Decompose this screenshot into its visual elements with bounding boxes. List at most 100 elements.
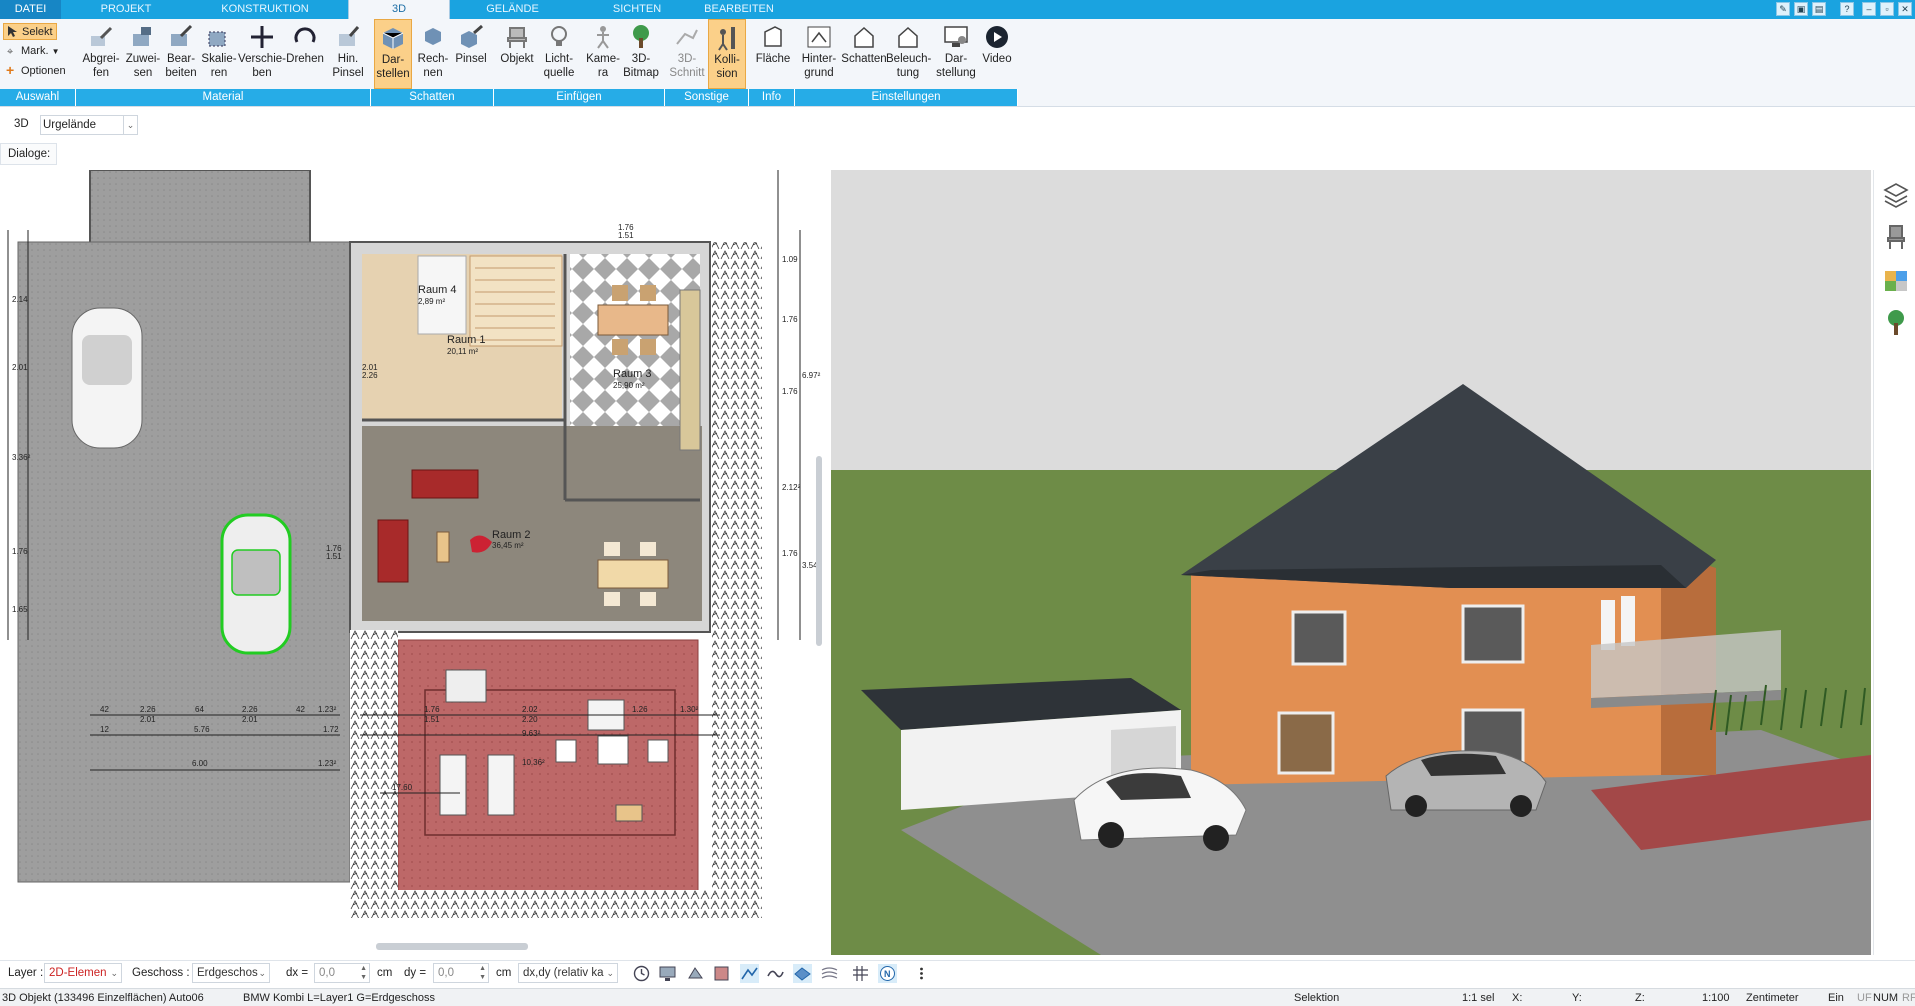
- dim-bottom-8: 1.23²: [318, 705, 337, 714]
- 3d-view[interactable]: [831, 170, 1871, 955]
- verschieben-button[interactable]: Verschie- ben: [238, 19, 286, 89]
- dx-input[interactable]: 0,0 ▲ ▼: [314, 963, 370, 983]
- tree-catalog-icon[interactable]: [1882, 308, 1910, 338]
- armchair[interactable]: [377, 519, 409, 583]
- tools-icon[interactable]: ✎: [1776, 2, 1790, 16]
- video-button[interactable]: Video: [978, 19, 1016, 89]
- optionen-button[interactable]: + Optionen: [3, 62, 66, 80]
- status-num: NUM: [1873, 992, 1899, 1004]
- tab-bearbeiten[interactable]: BEARBEITEN: [700, 0, 778, 19]
- chevron-down-icon: ⌄: [258, 968, 266, 978]
- beleuchtung-button[interactable]: Beleuch- tung: [886, 19, 932, 89]
- tab-datei[interactable]: DATEI: [0, 0, 61, 19]
- driveway[interactable]: [17, 241, 351, 883]
- help-icon[interactable]: ?: [1840, 2, 1854, 16]
- tab-3d[interactable]: 3D: [348, 0, 450, 19]
- car-selected-topview[interactable]: [220, 513, 292, 655]
- snap-icon[interactable]: [686, 964, 705, 983]
- grid-icon[interactable]: [851, 964, 870, 983]
- bitmap3d-button[interactable]: 3D- Bitmap: [622, 19, 660, 89]
- dim-terrace-5: 1.26: [632, 705, 648, 714]
- tab-projekt[interactable]: PROJEKT: [86, 0, 166, 19]
- flaeche-button[interactable]: Fläche: [752, 19, 794, 89]
- curve-icon[interactable]: [766, 964, 785, 983]
- side-table[interactable]: [436, 531, 450, 563]
- vertical-scrollbar[interactable]: [816, 456, 822, 646]
- menu-tab-bar: DATEI PROJEKT KONSTRUKTION 3D GELÄNDE SI…: [0, 0, 1915, 19]
- car-white-topview[interactable]: [71, 307, 143, 449]
- floor-plan-view[interactable]: Raum 4 2,89 m² Raum 1 20,11 m² Raum 3 25…: [0, 170, 830, 940]
- dy-unit: cm: [496, 967, 512, 979]
- door-label-2: 2.26: [362, 371, 378, 380]
- dx-unit: cm: [377, 967, 393, 979]
- kamera-button[interactable]: Kame- ra: [583, 19, 623, 89]
- skalieren-button[interactable]: Skalie- ren: [200, 19, 238, 89]
- dim-bottom-12: 6.00: [192, 759, 208, 768]
- object-snap-icon[interactable]: [712, 964, 731, 983]
- hedge-left: [350, 630, 398, 905]
- view-tag: 3D: [14, 118, 29, 130]
- kollision-button[interactable]: Kolli- sion: [708, 19, 746, 89]
- schatten-button[interactable]: Schatten: [840, 19, 888, 89]
- rechnen-button[interactable]: Rech- nen: [414, 19, 452, 89]
- beleuchtung-label: Beleuch- tung: [886, 53, 932, 79]
- maximize-icon[interactable]: ▫: [1880, 2, 1894, 16]
- drehen-button[interactable]: Drehen: [285, 19, 325, 89]
- kitchen-counter[interactable]: [679, 289, 701, 451]
- bearbeiten-button[interactable]: Bear- beiten: [161, 19, 201, 89]
- materials-icon[interactable]: [1882, 266, 1910, 296]
- pinsel-button[interactable]: Pinsel: [452, 19, 490, 89]
- status-ein: Ein: [1828, 992, 1844, 1004]
- dim-left-1: 2.14: [12, 295, 28, 304]
- layers-icon[interactable]: [1882, 180, 1910, 210]
- more-vertical-icon[interactable]: [912, 964, 931, 983]
- room-2-area: 36,45 m²: [492, 541, 524, 550]
- dx-label: dx =: [286, 967, 309, 979]
- darstellung-label: Dar- stellung: [936, 53, 976, 79]
- relative-mode-select[interactable]: dx,dy (relativ ka ⌄: [518, 963, 618, 983]
- staircase[interactable]: [469, 255, 563, 347]
- darstellen-button[interactable]: Dar- stellen: [374, 19, 412, 89]
- plane-icon[interactable]: [793, 964, 812, 983]
- hintergrund-button[interactable]: Hinter- grund: [798, 19, 840, 89]
- spinner-icon[interactable]: ▲ ▼: [479, 964, 486, 982]
- layer-select[interactable]: 2D-Elemen ⌄: [44, 963, 122, 983]
- screen-icon[interactable]: [658, 964, 677, 983]
- chair-catalog-icon[interactable]: [1882, 222, 1910, 252]
- lichtquelle-button[interactable]: Licht- quelle: [539, 19, 579, 89]
- close-icon[interactable]: ✕: [1898, 2, 1912, 16]
- room-1-area: 20,11 m²: [447, 347, 478, 356]
- dim-bottom-10: 5.76: [194, 725, 210, 734]
- zuweisen-button[interactable]: Zuwei- sen: [123, 19, 163, 89]
- objekt-button[interactable]: Objekt: [497, 19, 537, 89]
- minimize-icon[interactable]: –: [1862, 2, 1876, 16]
- schnitt3d-button[interactable]: 3D- Schnitt: [668, 19, 706, 89]
- tab-konstruktion[interactable]: KONSTRUKTION: [210, 0, 320, 19]
- tab-sichten[interactable]: SICHTEN: [598, 0, 676, 19]
- lichtquelle-label: Licht- quelle: [543, 53, 575, 79]
- selekt-button[interactable]: Selekt: [3, 23, 57, 40]
- clock-icon[interactable]: [632, 964, 651, 983]
- hinpinsel-button[interactable]: Hin. Pinsel: [326, 19, 370, 89]
- 3d-scene-canvas: [831, 170, 1871, 955]
- abgreifen-button[interactable]: Abgrei- fen: [78, 19, 124, 89]
- lighting-house-icon: [898, 26, 918, 48]
- collision-icon: [718, 27, 735, 51]
- horizontal-scrollbar[interactable]: [376, 943, 528, 950]
- mark-button[interactable]: ⌖ Mark. ▼: [3, 43, 59, 60]
- line-snap-icon[interactable]: [740, 964, 759, 983]
- sofa[interactable]: [411, 469, 479, 499]
- darstellung-button[interactable]: Dar- stellung: [934, 19, 978, 89]
- ribbon-group-labels: Auswahl Material Schatten Einfügen Sonst…: [0, 89, 1018, 106]
- geschoss-select[interactable]: Erdgeschos ⌄: [192, 963, 270, 983]
- terrain-select[interactable]: Urgelände ⌄: [40, 115, 138, 135]
- status-scale: 1:100: [1702, 992, 1730, 1004]
- dy-input[interactable]: 0,0 ▲ ▼: [433, 963, 489, 983]
- surface-icon[interactable]: [820, 964, 839, 983]
- spinner-icon[interactable]: ▲ ▼: [360, 964, 367, 982]
- north-icon[interactable]: N: [878, 964, 897, 983]
- tab-gelaende[interactable]: GELÄNDE: [470, 0, 555, 19]
- dim-terrace-6: 1.30²: [680, 705, 699, 714]
- save-icon[interactable]: ▣: [1794, 2, 1808, 16]
- windows-icon[interactable]: ▤: [1812, 2, 1826, 16]
